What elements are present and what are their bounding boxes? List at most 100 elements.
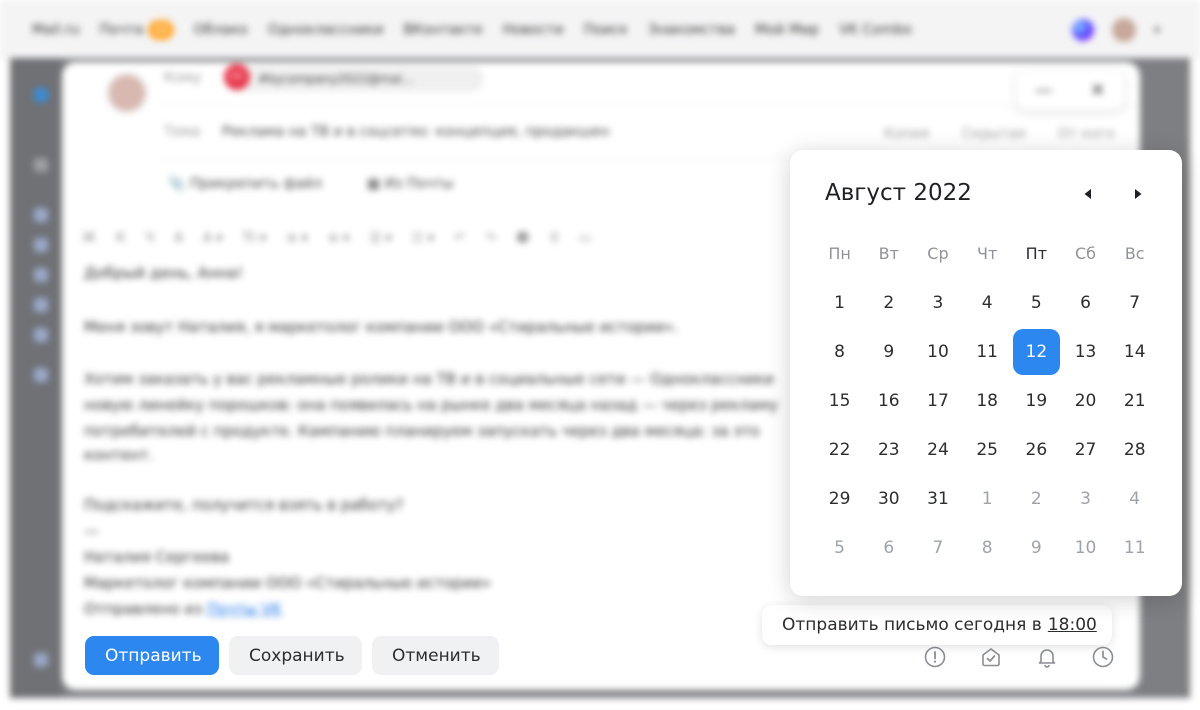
prev-month-icon[interactable] <box>1080 186 1096 202</box>
nav-link-mailru[interactable]: Mail.ru <box>32 22 80 38</box>
nav-link-myworld[interactable]: Мой Мир <box>755 22 819 38</box>
chevron-down-icon[interactable]: ▾ <box>1154 23 1160 37</box>
sent-from-link[interactable]: Почты VK <box>207 600 282 618</box>
calendar-day[interactable]: 30 <box>864 476 913 522</box>
subject-label: Тема <box>164 124 201 140</box>
underline-icon[interactable]: Ч <box>145 231 154 246</box>
calendar-day[interactable]: 26 <box>1012 427 1061 473</box>
nav-link-cloud[interactable]: Облако <box>194 22 248 38</box>
calendar-day[interactable]: 15 <box>815 378 864 424</box>
next-month-icon[interactable] <box>1130 186 1146 202</box>
nav-link-vkcombo[interactable]: VK Combo <box>839 22 912 38</box>
footer-icon-bar <box>924 646 1114 668</box>
calendar-day[interactable]: 23 <box>864 427 913 473</box>
text-color-icon[interactable]: A <box>174 231 183 246</box>
subject-input[interactable]: Реклама на ТВ и в соцсетях: концепция, п… <box>222 124 609 140</box>
sidebar-dimmed <box>10 58 62 698</box>
calendar-day[interactable]: 11 <box>1110 525 1159 571</box>
calendar-day[interactable]: 7 <box>913 525 962 571</box>
schedule-time[interactable]: 18:00 <box>1048 615 1097 635</box>
minimize-icon[interactable]: — <box>1035 80 1053 101</box>
calendar-day[interactable]: 8 <box>815 329 864 375</box>
reminder-icon[interactable] <box>1036 646 1058 668</box>
calendar-day[interactable]: 14 <box>1110 329 1159 375</box>
calendar-day[interactable]: 4 <box>963 280 1012 326</box>
nav-link-mail[interactable]: Почта 12 <box>100 20 174 40</box>
calendar-day[interactable]: 28 <box>1110 427 1159 473</box>
calendar-day[interactable]: 27 <box>1061 427 1110 473</box>
italic-icon[interactable]: К <box>116 231 125 246</box>
nav-link-search[interactable]: Поиск <box>584 22 628 38</box>
calendar-day[interactable]: 7 <box>1110 280 1159 326</box>
emoji-icon[interactable]: ☻ <box>516 231 530 246</box>
weekday-label: Пн <box>828 244 851 263</box>
assistant-sphere-icon[interactable] <box>1071 19 1094 41</box>
nav-link-mail-label: Почта <box>99 22 144 38</box>
nav-link-dating[interactable]: Знакомства <box>648 22 735 38</box>
bold-icon[interactable]: Ж <box>82 231 96 246</box>
notify-icon[interactable] <box>980 646 1002 668</box>
attach-file-button[interactable]: 📎 Прикрепить файл <box>168 176 322 192</box>
calendar-day[interactable]: 22 <box>815 427 864 473</box>
redo-icon[interactable]: ↷ <box>485 231 496 246</box>
image-icon[interactable]: ▭ <box>579 231 591 246</box>
bcc-link[interactable]: Скрытая <box>962 126 1025 142</box>
calendar-day-selected[interactable]: 12 <box>1012 329 1060 375</box>
important-icon[interactable] <box>924 646 946 668</box>
calendar-day[interactable]: 2 <box>1012 476 1061 522</box>
cancel-button[interactable]: Отменить <box>372 636 499 675</box>
calendar-day[interactable]: 3 <box>913 280 962 326</box>
cc-link[interactable]: Копия <box>884 126 929 142</box>
table-icon[interactable]: ☷ ▾ <box>412 231 434 246</box>
calendar-day[interactable]: 1 <box>815 280 864 326</box>
calendar-week: 15 16 17 18 19 20 21 <box>815 378 1159 424</box>
calendar-day[interactable]: 3 <box>1061 476 1110 522</box>
from-mail-button[interactable]: ▦ Из Почты <box>367 176 454 192</box>
calendar-day[interactable]: 2 <box>864 280 913 326</box>
calendar-day[interactable]: 8 <box>963 525 1012 571</box>
calendar-day[interactable]: 21 <box>1110 378 1159 424</box>
list-icon[interactable]: ☰ ▾ <box>369 231 391 246</box>
save-button[interactable]: Сохранить <box>229 636 362 675</box>
recipient-chip[interactable]: #kycompany2022@mai... <box>224 66 484 92</box>
nav-link-ok[interactable]: Одноклассники <box>268 22 384 38</box>
schedule-send-tooltip[interactable]: Отправить письмо сегодня в 18:00 <box>762 605 1112 645</box>
from-link[interactable]: От кого <box>1058 126 1115 142</box>
calendar-day[interactable]: 20 <box>1061 378 1110 424</box>
nav-link-news[interactable]: Новости <box>503 22 564 38</box>
calendar-day[interactable]: 10 <box>1061 525 1110 571</box>
calendar-day[interactable]: 18 <box>963 378 1012 424</box>
align-icon[interactable]: ≡ ▾ <box>286 231 308 246</box>
calendar-day[interactable]: 13 <box>1061 329 1110 375</box>
calendar-day[interactable]: 6 <box>1061 280 1110 326</box>
calendar-day[interactable]: 5 <box>1012 280 1061 326</box>
undo-icon[interactable]: ↶ <box>454 231 465 246</box>
send-button[interactable]: Отправить <box>85 636 219 675</box>
calendar-day[interactable]: 6 <box>864 525 913 571</box>
body-line: Меня зовут Наталия, я маркетолог компани… <box>84 318 679 336</box>
calendar-day[interactable]: 9 <box>864 329 913 375</box>
link-icon[interactable]: ⚲ <box>549 231 559 246</box>
schedule-icon[interactable] <box>1092 646 1114 668</box>
calendar-day[interactable]: 10 <box>913 329 962 375</box>
close-icon[interactable]: ✕ <box>1090 80 1105 101</box>
user-avatar[interactable] <box>1111 18 1136 42</box>
calendar-day[interactable]: 31 <box>913 476 962 522</box>
calendar-day[interactable]: 19 <box>1012 378 1061 424</box>
calendar-day[interactable]: 29 <box>815 476 864 522</box>
calendar-day[interactable]: 4 <box>1110 476 1159 522</box>
nav-link-vk[interactable]: ВКонтакте <box>403 22 482 38</box>
font-size-icon[interactable]: Tt ▾ <box>243 231 267 246</box>
compose-footer: Отправить Сохранить Отменить <box>85 636 499 675</box>
highlight-icon[interactable]: A ▾ <box>203 231 223 246</box>
calendar-day[interactable]: 16 <box>864 378 913 424</box>
calendar-day[interactable]: 9 <box>1012 525 1061 571</box>
calendar-day[interactable]: 24 <box>913 427 962 473</box>
indent-icon[interactable]: ≡ ▾ <box>328 231 350 246</box>
calendar-day[interactable]: 5 <box>815 525 864 571</box>
schedule-text: Отправить письмо сегодня в <box>782 615 1042 635</box>
calendar-day[interactable]: 25 <box>963 427 1012 473</box>
calendar-day[interactable]: 1 <box>963 476 1012 522</box>
calendar-day[interactable]: 11 <box>963 329 1012 375</box>
calendar-day[interactable]: 17 <box>913 378 962 424</box>
